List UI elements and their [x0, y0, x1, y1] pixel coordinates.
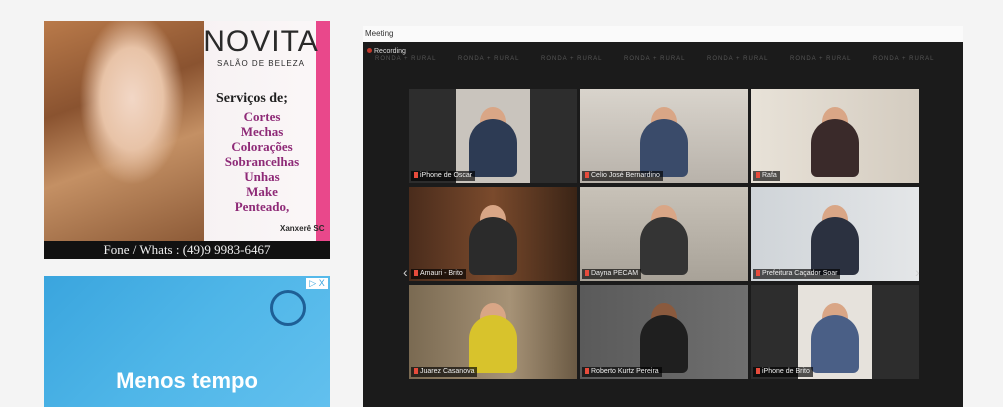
service-item: Mechas — [240, 124, 284, 139]
recording-dot-icon — [367, 48, 372, 53]
video-tile[interactable]: Roberto Kurtz Pereira — [580, 285, 748, 379]
mic-icon — [756, 172, 760, 179]
mic-icon — [585, 368, 589, 375]
model-photo — [44, 21, 204, 243]
mic-icon — [756, 368, 760, 375]
participant-name-label: Amauri - Brito — [411, 269, 466, 279]
video-tile[interactable]: Celio José Bernardino — [580, 89, 748, 183]
ad-city: Xanxerê SC — [280, 224, 325, 233]
participant-name-label: Dayna PECAM — [582, 269, 642, 279]
participant-body — [640, 119, 688, 177]
video-tile[interactable]: Amauri - Brito — [409, 187, 577, 281]
participant-name-label: Prefeitura Caçador Soar — [753, 269, 841, 279]
service-item: Make — [246, 184, 278, 199]
video-tile[interactable]: Prefeitura Caçador Soar — [751, 187, 919, 281]
watermark: RONDA + RURAL — [375, 56, 437, 62]
participant-body — [811, 217, 859, 275]
next-page-arrow-icon[interactable]: › — [915, 264, 920, 280]
participant-body — [811, 119, 859, 177]
mic-icon — [585, 172, 589, 179]
service-item: Colorações — [231, 139, 293, 154]
video-tile[interactable]: Dayna PECAM — [580, 187, 748, 281]
participant-body — [640, 217, 688, 275]
video-meeting-window: Meeting Recording RONDA + RURAL RONDA + … — [363, 26, 963, 407]
service-item: Unhas — [244, 169, 280, 184]
service-item: Penteado, — [234, 199, 290, 214]
mic-icon — [414, 270, 418, 277]
watermark: RONDA + RURAL — [458, 56, 520, 62]
mic-icon — [414, 368, 418, 375]
recording-label: Recording — [374, 48, 406, 55]
video-tile[interactable]: iPhone de Oscar — [409, 89, 577, 183]
participant-body — [469, 217, 517, 275]
ad-brand-subtitle: SALÃO DE BELEZA — [217, 59, 305, 68]
participant-body — [469, 119, 517, 177]
mic-icon — [756, 270, 760, 277]
participant-name-label: iPhone de Oscar — [411, 171, 476, 181]
participant-name-label: Juarez Casanova — [411, 367, 478, 377]
participant-body — [811, 315, 859, 373]
service-item: Sobrancelhas — [224, 154, 300, 169]
blue-promo-ad[interactable]: ▷ X Menos tempo — [44, 276, 330, 407]
previous-page-arrow-icon[interactable]: ‹ — [403, 264, 408, 280]
meeting-title-bar: Meeting — [363, 26, 963, 42]
recording-indicator: Recording — [367, 48, 406, 55]
watermark: RONDA + RURAL — [873, 56, 935, 62]
services-title: Serviços de; — [216, 91, 288, 106]
participant-name-label: Celio José Bernardino — [582, 171, 663, 181]
watermark: RONDA + RURAL — [790, 56, 852, 62]
ad-choices-close-icon[interactable]: ▷ X — [306, 278, 328, 289]
watermark: RONDA + RURAL — [624, 56, 686, 62]
participant-name-label: iPhone de Brito — [753, 367, 813, 377]
mic-icon — [414, 172, 418, 179]
ad-headline: Menos tempo — [116, 368, 258, 393]
service-item: Cortes — [243, 109, 281, 124]
watermark: RONDA + RURAL — [541, 56, 603, 62]
novita-salon-ad[interactable]: NOVITA SALÃO DE BELEZA Serviços de; Cort… — [44, 21, 330, 259]
participant-name-label: Roberto Kurtz Pereira — [582, 367, 662, 377]
mic-icon — [585, 270, 589, 277]
participant-name-label: Rafa — [753, 171, 780, 181]
ad-contact-bar: Fone / Whats : (49)9 9983-6467 — [44, 241, 330, 259]
services-list: Cortes Mechas Colorações Sobrancelhas Un… — [202, 109, 322, 214]
participant-body — [640, 315, 688, 373]
brand-logo-icon — [270, 290, 306, 326]
video-tile[interactable]: Rafa — [751, 89, 919, 183]
participant-body — [469, 315, 517, 373]
watermark: RONDA + RURAL — [707, 56, 769, 62]
video-tile[interactable]: iPhone de Brito — [751, 285, 919, 379]
video-tile[interactable]: Juarez Casanova — [409, 285, 577, 379]
ad-brand-name: NOVITA — [203, 25, 319, 58]
